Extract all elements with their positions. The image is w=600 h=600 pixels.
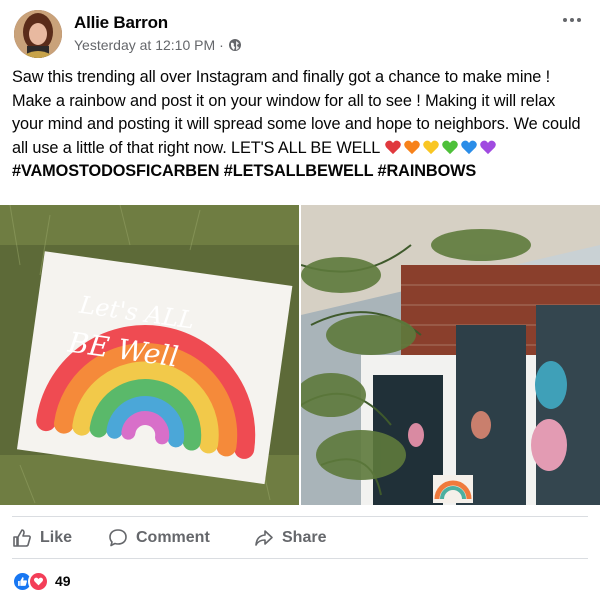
divider-top — [12, 516, 588, 517]
post-timestamp[interactable]: Yesterday at 12:10 PM — [74, 37, 215, 53]
post-text: Saw this trending all over Instagram and… — [12, 66, 590, 184]
separator-dot: · — [219, 37, 224, 53]
divider-bottom — [12, 558, 588, 559]
post-meta: Yesterday at 12:10 PM · — [74, 37, 242, 53]
globe-icon — [228, 39, 241, 51]
comment-bubble-icon — [109, 529, 127, 547]
photo-window[interactable] — [301, 205, 600, 505]
heart-icon — [385, 140, 401, 154]
thumbs-up-icon — [13, 529, 31, 547]
share-arrow-icon — [255, 530, 273, 546]
photo-grid: Let's ALL BE Well — [0, 205, 600, 505]
like-label: Like — [40, 529, 73, 546]
post-header: Allie Barron Yesterday at 12:10 PM · — [12, 8, 588, 60]
share-button[interactable]: Share — [254, 520, 326, 556]
reaction-count: 49 — [55, 573, 71, 589]
love-reaction-icon — [28, 570, 49, 592]
heart-icon — [442, 140, 458, 154]
more-options-icon[interactable] — [558, 10, 586, 30]
action-bar: Like Comment Share — [0, 520, 600, 556]
share-label: Share — [282, 529, 327, 546]
author-name[interactable]: Allie Barron — [74, 13, 168, 33]
comment-label: Comment — [136, 529, 210, 546]
heart-icon — [480, 140, 496, 154]
reactions-summary[interactable]: 49 — [12, 570, 71, 592]
hashtags[interactable]: #VAMOSTODOSFICARBEN #LETSALLBEWELL #RAIN… — [12, 162, 476, 180]
photo-rainbow-sign[interactable]: Let's ALL BE Well — [0, 205, 299, 505]
heart-emoji-row — [384, 139, 498, 157]
heart-icon — [423, 140, 439, 154]
like-button[interactable]: Like — [12, 520, 72, 556]
heart-icon — [404, 140, 420, 154]
avatar-image — [14, 10, 62, 58]
avatar[interactable] — [14, 10, 62, 58]
comment-button[interactable]: Comment — [108, 520, 210, 556]
heart-icon — [461, 140, 477, 154]
